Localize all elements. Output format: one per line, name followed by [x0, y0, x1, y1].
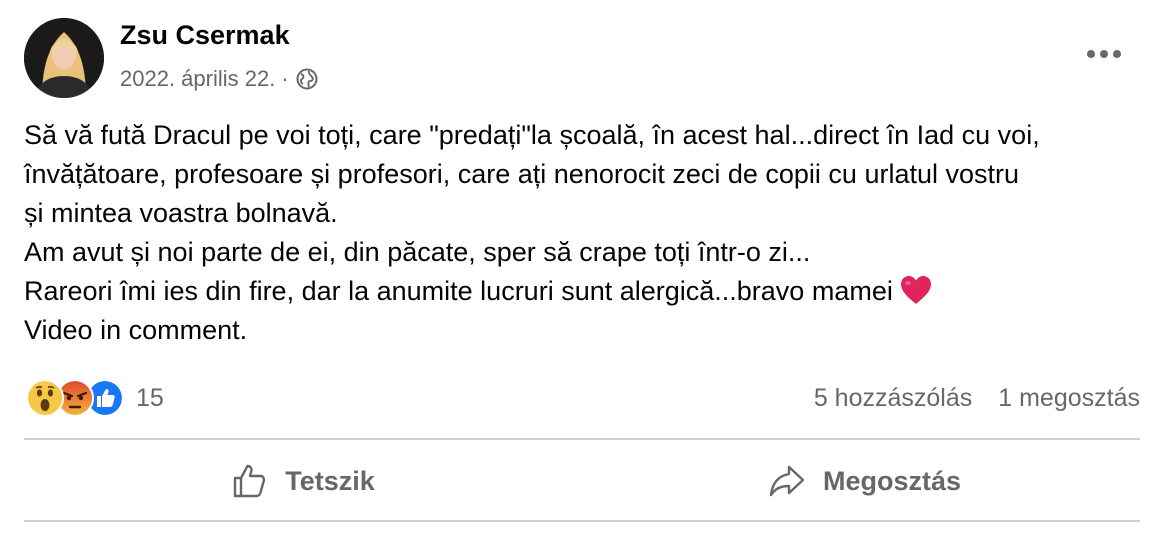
comments-count-link[interactable]: 5 hozzászólás	[814, 384, 972, 413]
post-text-line: învățătoare, profesoare și profesori, ca…	[24, 159, 1020, 189]
reactions-summary[interactable]: 15	[26, 378, 164, 418]
globe-icon[interactable]	[295, 67, 319, 91]
share-icon	[769, 465, 805, 497]
share-label: Megosztás	[822, 465, 962, 496]
facebook-post: Zsu Csermak 2022. április 22. · Să vă fu…	[0, 0, 1168, 536]
post-text-line: Să vă fută Dracul pe voi toți, care "pre…	[24, 120, 1040, 150]
shares-count-link[interactable]: 1 megosztás	[998, 384, 1140, 413]
heart-icon	[899, 274, 933, 306]
like-icon	[234, 464, 266, 498]
avatar[interactable]	[24, 18, 104, 98]
post-text-line: și mintea voastra bolnavă.	[24, 198, 338, 228]
post-date[interactable]: 2022. április 22.	[120, 66, 275, 92]
more-options-button[interactable]	[1080, 38, 1128, 70]
meta-separator: ·	[281, 66, 289, 91]
post-stats: 5 hozzászólás 1 megosztás	[814, 380, 1140, 416]
divider	[24, 438, 1140, 440]
wow-reaction-icon	[26, 379, 64, 417]
more-dots-icon	[1087, 50, 1121, 58]
post-text-line: Am avut și noi parte de ei, din păcate, …	[24, 237, 811, 267]
post-text-line-with-heart: Rareori îmi ies din fire, dar la anumite…	[24, 272, 1144, 311]
share-button[interactable]: Megosztás	[588, 448, 1140, 514]
author-name[interactable]: Zsu Csermak	[120, 20, 290, 51]
post-meta: 2022. április 22. ·	[120, 64, 319, 94]
post-text-line: Video in comment.	[24, 315, 248, 345]
like-button[interactable]: Tetszik	[24, 448, 580, 514]
reaction-count: 15	[136, 383, 164, 412]
like-label: Tetszik	[285, 465, 375, 496]
divider	[24, 520, 1140, 522]
post-text: Să vă fută Dracul pe voi toți, care "pre…	[24, 116, 1144, 350]
post-text-line: Rareori îmi ies din fire, dar la anumite…	[24, 276, 893, 306]
